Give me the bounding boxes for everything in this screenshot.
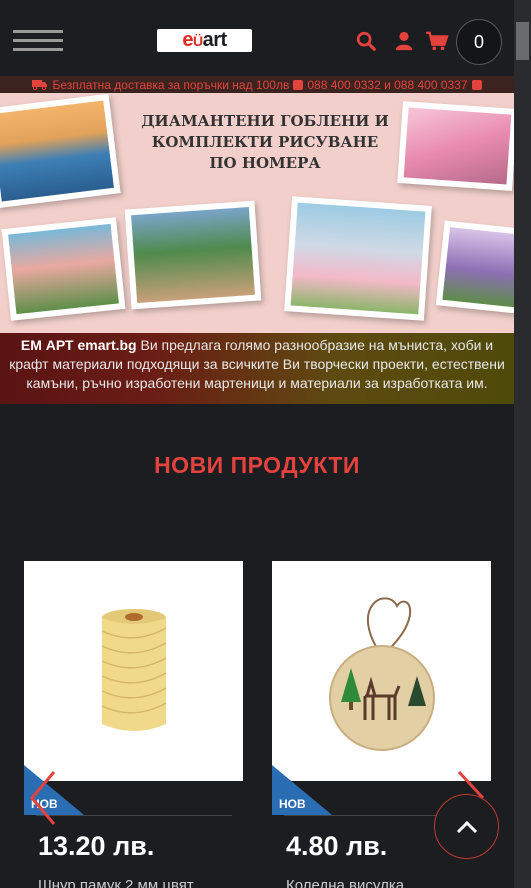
painting-image: [1, 217, 126, 321]
about-text: ЕМ АРТ emart.bg Ви предлага голямо разно…: [0, 333, 514, 404]
menu-icon[interactable]: [13, 30, 63, 52]
product-image[interactable]: [272, 561, 491, 781]
site-header: e Üart 0: [0, 0, 514, 80]
product-image[interactable]: [24, 561, 243, 781]
painting-image: [284, 196, 432, 321]
product-price: 13.20 лв.: [38, 831, 155, 861]
product-card[interactable]: НОВ 13.20 лв. Шнур памук 2 мм цвят: [24, 561, 244, 888]
scrollbar-thumb[interactable]: [516, 22, 529, 60]
product-name[interactable]: Шнур памук 2 мм цвят: [38, 877, 194, 888]
search-icon[interactable]: [355, 30, 377, 52]
banner-title: ДИАМАНТЕНИ ГОБЛЕНИ И КОМПЛЕКТИ РИСУВАНЕ …: [141, 112, 389, 172]
scrollbar[interactable]: [514, 0, 531, 888]
product-card[interactable]: НОВ 4.80 лв. Коледна висулка: [272, 561, 492, 888]
cord-spool-image: [101, 609, 166, 731]
new-products-heading: НОВИ ПРОДУКТИ: [154, 452, 360, 478]
info-bar: Безплатна доставка за поръчки над 100лв …: [0, 76, 514, 93]
product-price: 4.80 лв.: [286, 831, 388, 861]
site-logo[interactable]: e Üart: [157, 29, 252, 52]
chevron-up-icon: [456, 820, 477, 833]
painting-image: [0, 93, 121, 209]
cart-icon[interactable]: [424, 30, 450, 52]
phone-numbers[interactable]: 088 400 0332 и 088 400 0337: [307, 78, 467, 92]
cart-count-button[interactable]: 0: [456, 19, 502, 65]
painting-image: [397, 101, 514, 191]
free-shipping-text: Безплатна доставка за поръчки над 100лв: [52, 77, 290, 92]
hero-banner[interactable]: ДИАМАНТЕНИ ГОБЛЕНИ И КОМПЛЕКТИ РИСУВАНЕ …: [0, 93, 514, 333]
product-name[interactable]: Коледна висулка: [286, 877, 404, 888]
back-to-top-button[interactable]: [434, 794, 499, 859]
phone-icon: [471, 79, 482, 90]
painting-image: [435, 220, 514, 315]
phone-icon: [293, 79, 304, 90]
user-icon[interactable]: [393, 30, 415, 52]
painting-image: [124, 200, 262, 310]
new-badge-label: НОВ: [279, 797, 306, 811]
chevron-left-icon[interactable]: [28, 770, 58, 826]
truck-icon: [32, 80, 48, 90]
christmas-ornament-image: [328, 597, 435, 751]
divider: [36, 815, 232, 816]
